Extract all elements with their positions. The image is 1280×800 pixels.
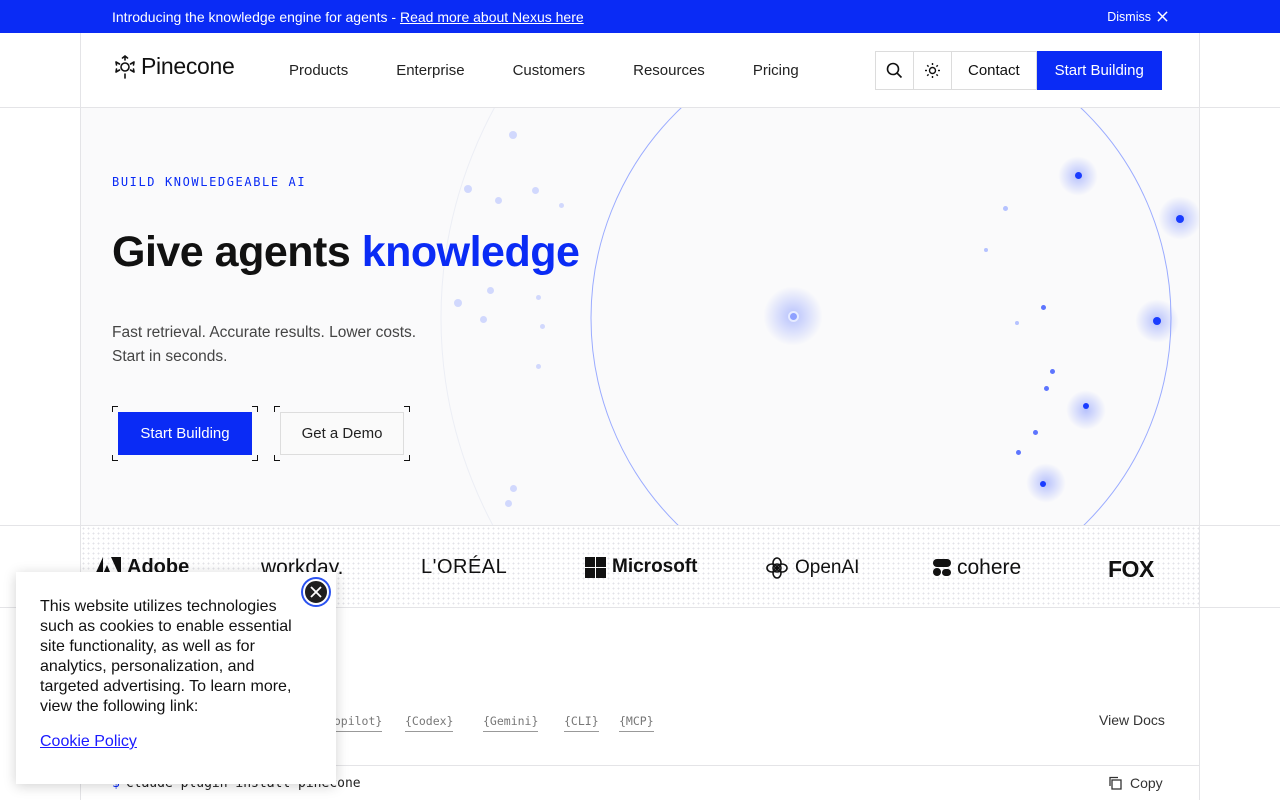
dismiss-label: Dismiss (1107, 9, 1151, 24)
cookie-banner: This website utilizes technologies such … (16, 572, 336, 784)
close-icon (1157, 11, 1168, 22)
bracket-corner (112, 406, 118, 412)
data-dot (505, 500, 512, 507)
announcement-message: Introducing the knowledge engine for age… (112, 9, 584, 25)
glow-dot (1026, 463, 1066, 503)
bracket-corner (252, 455, 258, 461)
site-header: Pinecone Products Enterprise Customers R… (0, 33, 1280, 107)
logo-microsoft-text: Microsoft (612, 556, 698, 577)
data-dot (487, 287, 494, 294)
dismiss-button[interactable]: Dismiss (1107, 10, 1168, 24)
theme-toggle-button[interactable] (913, 51, 952, 90)
cookie-policy-link[interactable]: Cookie Policy (40, 733, 312, 751)
logo-text: Pinecone (141, 53, 235, 79)
announcement-bar: Introducing the knowledge engine for age… (0, 0, 1280, 33)
logo-loreal: L'ORÉAL (421, 556, 508, 578)
hero-eyebrow: BUILD KNOWLEDGEABLE AI (112, 175, 307, 189)
data-dot (540, 324, 545, 329)
bracket-corner (404, 406, 410, 412)
bracket-corner (252, 406, 258, 412)
close-icon (310, 586, 322, 598)
copy-label: Copy (1130, 775, 1163, 791)
glow-dot (1066, 390, 1106, 430)
data-dot (984, 248, 988, 252)
tag-mcp[interactable]: {MCP} (619, 714, 654, 732)
data-dot (495, 197, 502, 204)
copy-button[interactable]: Copy (1108, 775, 1163, 791)
logo-cohere-text: cohere (957, 556, 1022, 579)
bracket-corner (274, 406, 280, 412)
hero-background-graphic (440, 108, 1172, 525)
data-dot (788, 311, 799, 322)
data-dot (532, 187, 539, 194)
nav-resources[interactable]: Resources (633, 62, 705, 79)
cookie-close-circle (303, 579, 329, 605)
data-dot (464, 185, 472, 193)
frame-line-right (1199, 33, 1200, 800)
nav-pricing[interactable]: Pricing (753, 62, 799, 79)
logo-openai: OpenAI (765, 556, 859, 580)
nav-customers[interactable]: Customers (513, 62, 586, 79)
data-dot (1015, 321, 1019, 325)
cohere-icon (933, 559, 951, 576)
hero-headline: Give agents knowledge (112, 228, 580, 277)
hero-section (81, 108, 1199, 525)
data-dot (480, 316, 487, 323)
data-dot (1153, 317, 1161, 325)
data-dot (1041, 305, 1046, 310)
hero-start-building-button[interactable]: Start Building (118, 412, 252, 455)
search-icon (886, 62, 903, 79)
data-dot (454, 299, 462, 307)
hero-subtitle: Fast retrieval. Accurate results. Lower … (112, 321, 416, 369)
header-actions: Contact Start Building (875, 51, 1162, 90)
tag-gemini[interactable]: {Gemini} (483, 714, 539, 732)
bracket-corner (274, 455, 280, 461)
data-dot (1003, 206, 1008, 211)
contact-button[interactable]: Contact (951, 51, 1037, 90)
openai-icon (766, 557, 788, 579)
logo-microsoft: Microsoft (585, 556, 698, 578)
nav-products[interactable]: Products (289, 62, 348, 79)
get-demo-button[interactable]: Get a Demo (280, 412, 404, 455)
data-dot (1016, 450, 1021, 455)
cookie-close-button[interactable] (300, 576, 332, 608)
search-button[interactable] (875, 51, 914, 90)
tag-codex[interactable]: {Codex} (405, 714, 454, 732)
tag-cli[interactable]: {CLI} (564, 714, 599, 732)
header-start-building-button[interactable]: Start Building (1036, 51, 1162, 90)
hero-subtitle-line2: Start in seconds. (112, 348, 228, 365)
bracket-corner (112, 455, 118, 461)
nav-enterprise[interactable]: Enterprise (396, 62, 464, 79)
logo-openai-text: OpenAI (795, 557, 860, 578)
cookie-text: This website utilizes technologies such … (40, 598, 292, 715)
data-dot (1083, 403, 1089, 409)
headline-accent: knowledge (361, 228, 580, 276)
data-dot (536, 295, 541, 300)
microsoft-icon (585, 556, 606, 578)
pinecone-logo[interactable]: Pinecone (113, 53, 235, 80)
data-dot (559, 203, 564, 208)
copy-icon (1109, 776, 1122, 790)
logo-fox: FOX (1108, 556, 1154, 582)
view-docs-link[interactable]: View Docs (1099, 712, 1165, 728)
data-dot (1075, 172, 1082, 179)
sun-icon (925, 63, 940, 78)
hero-subtitle-line1: Fast retrieval. Accurate results. Lower … (112, 324, 417, 341)
data-dot (510, 485, 517, 492)
pinecone-logo-icon (115, 54, 135, 79)
logo-cohere: cohere (933, 556, 1021, 580)
data-dot (1033, 430, 1038, 435)
headline-plain: Give agents (112, 228, 362, 276)
data-dot (1044, 386, 1049, 391)
data-dot (536, 364, 541, 369)
data-dot (509, 131, 517, 139)
data-dot (1176, 215, 1184, 223)
announcement-text: Introducing the knowledge engine for age… (112, 8, 400, 25)
data-dot (1050, 369, 1055, 374)
main-nav: Products Enterprise Customers Resources … (289, 62, 847, 79)
data-dot (1040, 481, 1046, 487)
bracket-corner (404, 455, 410, 461)
announcement-link[interactable]: Read more about Nexus here (400, 9, 584, 25)
